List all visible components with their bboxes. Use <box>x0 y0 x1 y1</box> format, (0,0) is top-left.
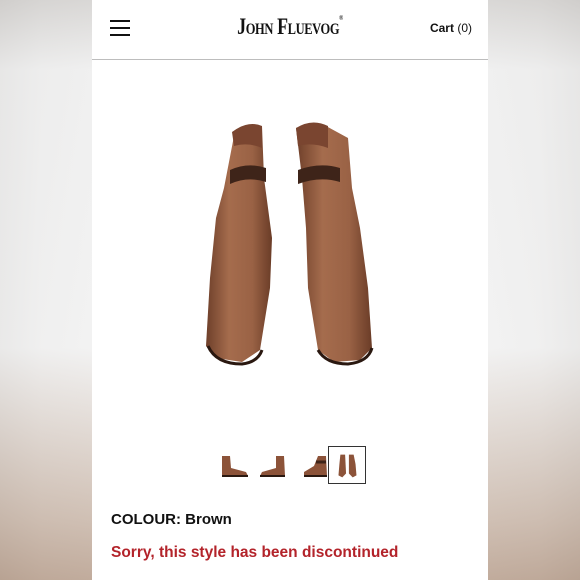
discontinued-message: Sorry, this style has been discontinued <box>111 544 399 561</box>
site-header: John Fluevog® Cart (0) <box>92 0 488 60</box>
colour-line: COLOUR: Brown <box>111 511 232 528</box>
registered-mark: ® <box>339 14 343 22</box>
hamburger-menu-icon[interactable] <box>110 20 130 38</box>
thumbnail-strip <box>92 446 488 484</box>
background-left-tone <box>0 0 92 580</box>
cart-link[interactable]: Cart (0) <box>430 21 472 35</box>
product-main-image[interactable] <box>202 118 378 368</box>
mobile-page: John Fluevog® Cart (0) COLOUR: Brown Sor… <box>92 0 488 580</box>
right-boot <box>296 122 374 366</box>
background-right-tone <box>488 0 580 580</box>
colour-value: Brown <box>185 511 232 528</box>
cart-count: (0) <box>457 21 472 35</box>
thumbnail-profile-view[interactable] <box>254 446 292 484</box>
left-boot <box>206 124 272 366</box>
thumbnail-side-view[interactable] <box>216 446 254 484</box>
cart-label: Cart <box>429 21 454 35</box>
logo-text: John Fluevog <box>237 14 340 39</box>
brand-logo[interactable]: John Fluevog® <box>136 14 445 40</box>
colour-label: COLOUR: <box>111 511 181 528</box>
thumbnail-front-view[interactable] <box>328 446 366 484</box>
